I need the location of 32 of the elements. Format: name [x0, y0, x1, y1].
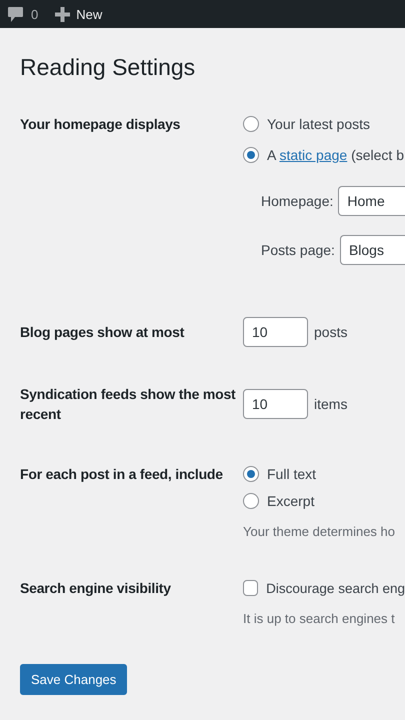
setting-label: Blog pages show at most [20, 323, 186, 342]
setting-label: Your homepage displays [20, 115, 182, 134]
unit-label: posts [314, 324, 348, 340]
select-label: Posts page: [261, 242, 335, 258]
setting-label: Syndication feeds show the most recent [20, 385, 237, 424]
plus-icon[interactable] [55, 6, 70, 22]
description-text: Your theme determines ho [243, 523, 396, 541]
comment-count[interactable]: 0 [31, 6, 38, 22]
page-select[interactable]: Blogs [340, 235, 405, 265]
radio-label: Full text [267, 466, 316, 482]
save-changes-button[interactable]: Save Changes [20, 664, 128, 695]
new-link[interactable]: New [76, 6, 102, 22]
description-text: It is up to search engines t [243, 610, 396, 628]
radio-label: A static page (select b [267, 147, 404, 163]
radio-button[interactable] [243, 466, 259, 482]
select-label: Homepage: [261, 193, 334, 209]
comment-icon[interactable] [7, 6, 24, 22]
radio-label: Excerpt [267, 493, 314, 509]
number-input[interactable]: 10 [243, 389, 308, 419]
checkbox[interactable] [243, 580, 258, 596]
number-input[interactable]: 10 [243, 317, 308, 347]
radio-button[interactable] [243, 147, 259, 163]
radio-button[interactable] [243, 116, 259, 132]
page-select[interactable]: Home [338, 186, 405, 216]
checkbox-label: Discourage search eng [266, 580, 405, 596]
static-page-link[interactable]: static page [279, 147, 348, 163]
page-title: Reading Settings [20, 53, 196, 82]
radio-button[interactable] [243, 493, 259, 509]
setting-label: For each post in a feed, include [20, 465, 224, 484]
setting-label: Search engine visibility [20, 579, 172, 598]
unit-label: items [314, 396, 348, 412]
radio-label: Your latest posts [267, 116, 370, 132]
